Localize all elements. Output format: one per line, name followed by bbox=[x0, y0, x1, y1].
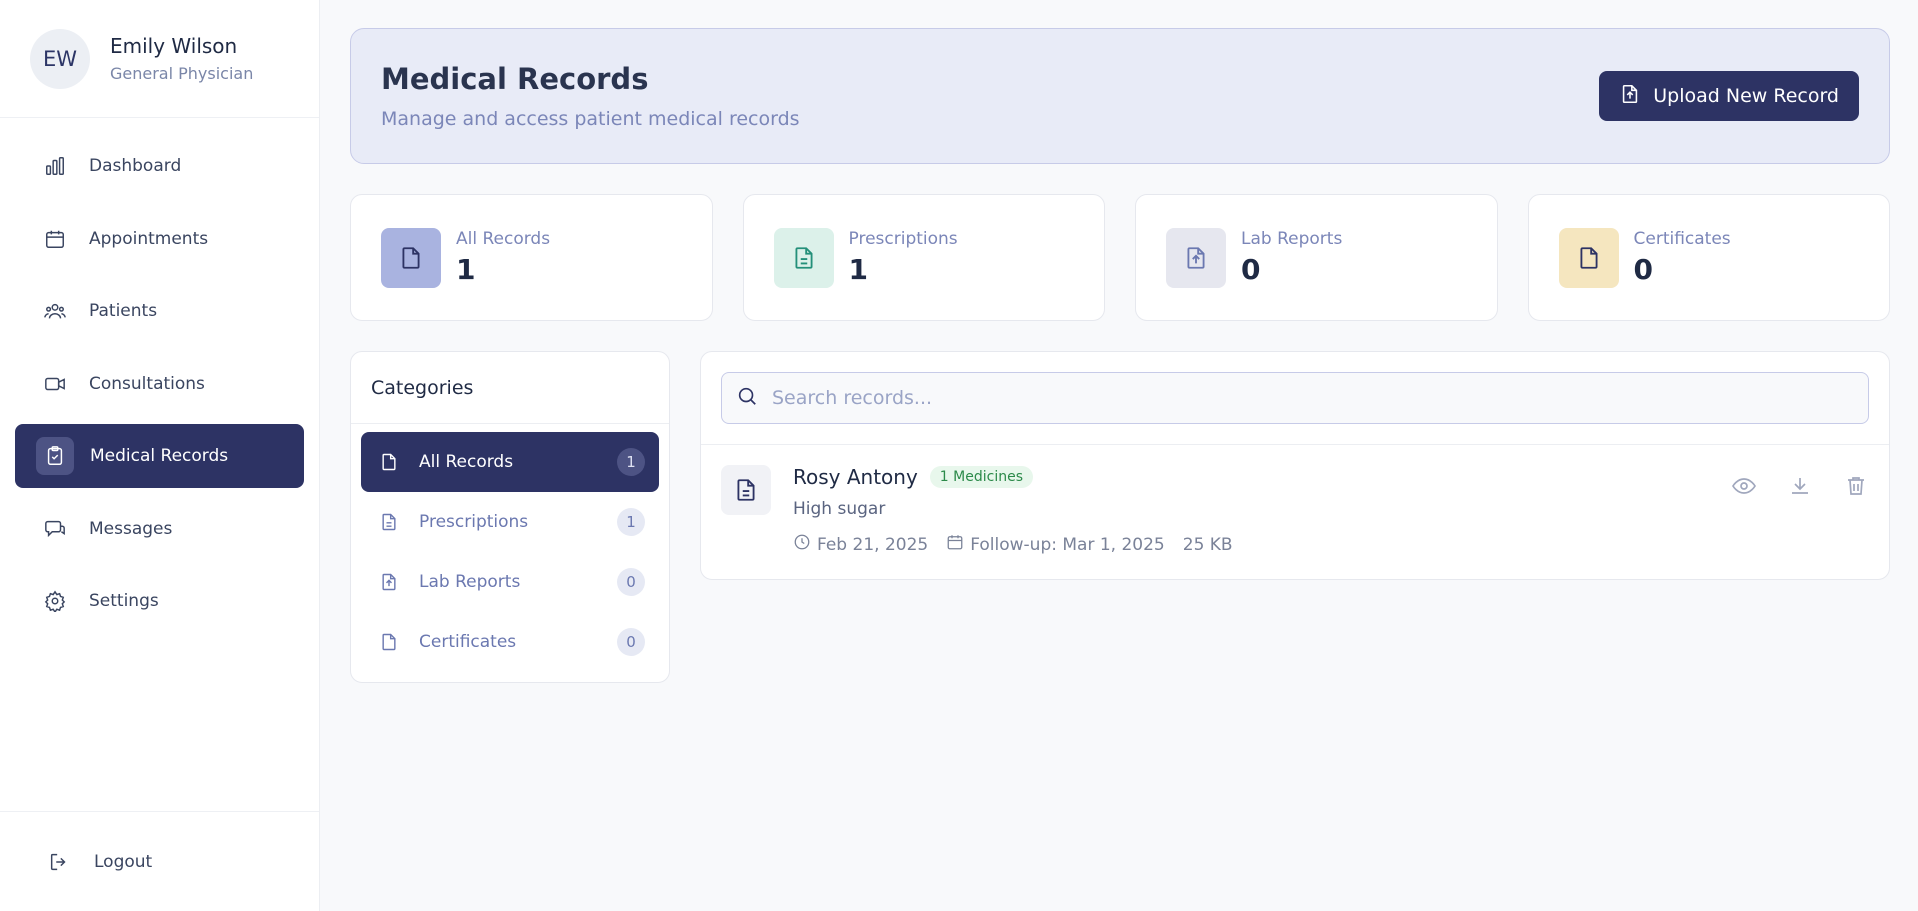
page-title: Medical Records bbox=[381, 62, 649, 96]
sidebar-item-label: Settings bbox=[89, 591, 159, 611]
sidebar: EW Emily Wilson General Physician Dashbo… bbox=[0, 0, 320, 911]
page-header: Medical Records Manage and access patien… bbox=[350, 28, 1890, 164]
user-name: Emily Wilson bbox=[110, 34, 238, 58]
category-label: Certificates bbox=[419, 632, 517, 652]
file-upload-icon bbox=[1619, 83, 1641, 110]
search-input[interactable] bbox=[772, 387, 1672, 409]
sidebar-item-dashboard[interactable]: Dashboard bbox=[15, 134, 304, 198]
sidebar-nav: Dashboard Appointments Patients Consulta… bbox=[0, 134, 319, 633]
user-role: General Physician bbox=[110, 64, 254, 83]
file-upload-icon bbox=[1166, 227, 1226, 288]
category-count: 0 bbox=[617, 628, 645, 656]
stat-value: 1 bbox=[456, 253, 476, 286]
page-subtitle: Manage and access patient medical record… bbox=[381, 108, 800, 130]
file-icon bbox=[379, 631, 401, 653]
record-description: High sugar bbox=[793, 499, 886, 519]
trash-icon[interactable] bbox=[1843, 473, 1869, 499]
records-panel: Rosy Antony 1 Medicines High sugar Feb 2… bbox=[700, 351, 1890, 580]
calendar-icon bbox=[946, 533, 964, 556]
stat-label: All Records bbox=[456, 229, 551, 249]
logout-icon bbox=[48, 850, 72, 874]
sidebar-item-patients[interactable]: Patients bbox=[15, 279, 304, 343]
stats-row: All Records 1 Prescriptions 1 Lab Report… bbox=[350, 194, 1890, 321]
stat-card-prescriptions: Prescriptions 1 bbox=[742, 194, 1105, 321]
stat-card-certificates: Certificates 0 bbox=[1527, 194, 1890, 321]
stat-label: Certificates bbox=[1633, 229, 1731, 249]
upload-record-label: Upload New Record bbox=[1653, 85, 1839, 107]
stat-card-all-records: All Records 1 bbox=[350, 194, 713, 321]
avatar: EW bbox=[30, 28, 90, 89]
stat-label: Lab Reports bbox=[1241, 229, 1343, 249]
categories-panel: Categories All Records 1 Prescriptions 1… bbox=[350, 351, 670, 683]
category-count: 0 bbox=[617, 568, 645, 596]
file-icon bbox=[381, 227, 441, 288]
record-patient-name: Rosy Antony bbox=[793, 465, 918, 489]
category-label: Prescriptions bbox=[419, 512, 529, 532]
file-text-icon bbox=[721, 465, 771, 515]
user-profile: EW Emily Wilson General Physician bbox=[0, 0, 319, 118]
category-prescriptions[interactable]: Prescriptions 1 bbox=[361, 492, 659, 552]
sidebar-item-label: Appointments bbox=[89, 228, 209, 249]
sidebar-item-label: Medical Records bbox=[90, 446, 229, 466]
sidebar-item-settings[interactable]: Settings bbox=[15, 569, 304, 633]
record-item[interactable]: Rosy Antony 1 Medicines High sugar Feb 2… bbox=[701, 445, 1889, 579]
file-icon bbox=[1558, 227, 1619, 288]
stat-label: Prescriptions bbox=[848, 229, 958, 249]
sidebar-item-medical-records[interactable]: Medical Records bbox=[15, 424, 304, 488]
upload-record-button[interactable]: Upload New Record bbox=[1599, 71, 1859, 121]
category-lab-reports[interactable]: Lab Reports 0 bbox=[361, 552, 659, 612]
stat-value: 0 bbox=[1241, 253, 1261, 286]
download-icon[interactable] bbox=[1787, 473, 1813, 499]
chat-icon bbox=[43, 517, 67, 541]
logout-button[interactable]: Logout bbox=[0, 811, 319, 911]
category-certificates[interactable]: Certificates 0 bbox=[361, 612, 659, 672]
sidebar-item-label: Messages bbox=[89, 518, 173, 539]
video-icon bbox=[43, 372, 67, 396]
record-date: Feb 21, 2025 bbox=[817, 534, 929, 555]
file-text-icon bbox=[379, 511, 401, 533]
app: EW Emily Wilson General Physician Dashbo… bbox=[0, 0, 1918, 911]
view-icon[interactable] bbox=[1731, 473, 1757, 499]
stat-value: 0 bbox=[1633, 253, 1653, 286]
file-upload-icon bbox=[379, 571, 401, 593]
gear-icon bbox=[43, 589, 67, 613]
sidebar-item-appointments[interactable]: Appointments bbox=[15, 207, 304, 271]
users-icon bbox=[43, 299, 67, 323]
record-actions bbox=[1731, 473, 1869, 499]
clipboard-icon bbox=[36, 437, 74, 475]
file-text-icon bbox=[773, 227, 834, 288]
calendar-icon bbox=[43, 227, 67, 251]
search-box bbox=[721, 372, 1869, 424]
sidebar-item-label: Consultations bbox=[89, 373, 205, 394]
file-icon bbox=[379, 451, 401, 473]
bar-chart-icon bbox=[43, 154, 67, 178]
categories-title: Categories bbox=[351, 352, 669, 424]
clock-icon bbox=[793, 533, 811, 556]
stat-value: 1 bbox=[848, 253, 868, 286]
search-icon bbox=[736, 385, 758, 411]
category-all-records[interactable]: All Records 1 bbox=[361, 432, 659, 492]
logout-label: Logout bbox=[94, 851, 153, 872]
sidebar-item-label: Dashboard bbox=[89, 156, 182, 176]
sidebar-item-label: Patients bbox=[89, 301, 158, 321]
record-size: 25 KB bbox=[1182, 534, 1233, 555]
record-followup: Follow-up: Mar 1, 2025 bbox=[970, 534, 1165, 555]
main-content: Medical Records Manage and access patien… bbox=[320, 0, 1918, 911]
category-label: Lab Reports bbox=[419, 572, 521, 592]
sidebar-item-consultations[interactable]: Consultations bbox=[15, 352, 304, 416]
content-area: Categories All Records 1 Prescriptions 1… bbox=[350, 351, 1890, 683]
category-count: 1 bbox=[617, 508, 645, 536]
stat-card-lab-reports: Lab Reports 0 bbox=[1135, 194, 1498, 321]
medicines-badge: 1 Medicines bbox=[929, 466, 1033, 488]
category-label: All Records bbox=[419, 452, 514, 472]
category-count: 1 bbox=[617, 448, 645, 476]
sidebar-item-messages[interactable]: Messages bbox=[15, 497, 304, 561]
